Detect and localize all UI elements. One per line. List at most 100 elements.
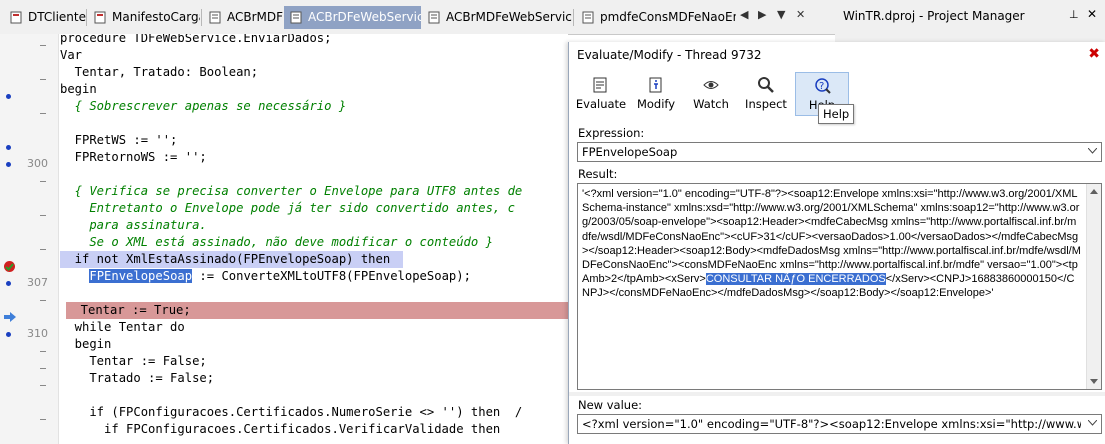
line-marker [40,113,46,114]
code-line[interactable]: begin [60,81,568,98]
code-line-execution-point[interactable]: Tentar := True; [66,302,568,319]
evaluate-button[interactable]: Evaluate [574,72,628,116]
code-line[interactable]: Var [60,47,568,64]
close-panel-icon[interactable]: ✕ [1087,7,1097,21]
code-line[interactable]: FPEnvelopeSoap := ConverteXMLtoUTF8(FPEn… [60,268,568,285]
scroll-up-icon[interactable] [1090,189,1098,194]
line-marker [40,419,46,420]
tab-scroll-left-icon[interactable]: ◀ [740,8,748,21]
tab-label: ManifestoCarga [112,10,200,24]
breakpoint-available-icon[interactable] [6,145,11,150]
code-line[interactable]: Tentar, Tratado: Boolean; [60,64,568,81]
inspect-button[interactable]: Inspect [739,72,793,116]
tab-dtclientes[interactable]: DTClientes [4,6,86,29]
code-line[interactable]: if FPConfiguracoes.Certificados.Verifica… [60,421,568,438]
unit-file-icon [582,11,594,24]
code-comment[interactable]: { Verifica se precisa converter o Envelo… [60,183,568,200]
code-line[interactable]: if (FPConfiguracoes.Certificados.NumeroS… [60,404,568,421]
result-textarea[interactable]: '<?xml version="1.0" encoding="UTF-8"?><… [577,183,1102,390]
form-file-icon [94,11,106,24]
modify-button[interactable]: Modify [629,72,683,116]
result-text-part: '<?xml version="1.0" encoding="UTF-8"?><… [582,188,1081,286]
modify-icon [649,77,662,93]
code-text: := ConverteXMLtoUTF8(FPEnvelopeSoap); [192,269,471,283]
evaluate-modify-dialog: Evaluate/Modify - Thread 9732 ✖ Evaluate… [568,42,1105,444]
line-marker [40,215,46,216]
code-line[interactable]: procedure TDFeWebService.EnviarDados; [60,34,568,47]
expression-combobox[interactable]: FPEnvelopeSoap [577,142,1102,162]
dialog-title: Evaluate/Modify - Thread 9732 [577,48,762,62]
result-scrollbar[interactable] [1086,184,1101,389]
tab-manifestocarga[interactable]: ManifestoCarga [88,6,200,29]
code-line[interactable]: Tentar := False; [60,353,568,370]
tab-label: DTClientes [28,10,86,24]
tab-label: ACBrMDFe [227,10,283,24]
line-marker [40,45,46,46]
breakpoint-available-icon[interactable] [6,94,11,99]
code-line[interactable]: FPRetWS := ''; [60,132,568,149]
code-line[interactable] [60,115,568,132]
code-comment[interactable]: { Sobrescrever apenas se necessário } [60,98,568,115]
watch-button[interactable]: Watch [684,72,738,116]
code-line[interactable]: FPRetornoWS := ''; [60,149,568,166]
evaluate-icon [593,77,607,93]
close-tab-icon[interactable]: ✕ [796,8,805,21]
code-line[interactable] [60,387,568,404]
line-marker [40,79,46,80]
execution-point-arrow-icon [4,312,16,322]
modify-label: Modify [636,97,676,111]
editor-gutter[interactable]: 300 307 310 [0,34,59,444]
close-icon[interactable]: ✖ [1088,46,1100,62]
breakpoint-available-icon[interactable] [6,162,11,167]
watch-icon [703,81,719,89]
breakpoint-hit-icon[interactable] [3,260,16,273]
line-marker [40,385,46,386]
breakpoint-available-icon[interactable] [6,281,11,286]
code-line-breakpoint[interactable]: if not XmlEstaAssinado(FPEnvelopeSoap) t… [60,251,403,268]
code-line[interactable] [60,285,568,302]
line-marker [40,351,46,352]
code-editor[interactable]: 300 307 310 procedure TDFeWebService.Env… [0,34,568,444]
expression-value: FPEnvelopeSoap [582,145,678,159]
code-line[interactable] [60,166,568,183]
code-line[interactable]: Tratado := False; [60,370,568,387]
svg-text:?: ? [819,81,824,92]
line-number: 310 [27,327,48,340]
pin-icon[interactable]: ⊥ [1069,8,1079,21]
code-comment[interactable]: Se o XML está assinado, não deve modific… [60,234,568,251]
project-manager-title: WinTR.dproj - Project Manager [843,9,1025,23]
line-marker [40,181,46,182]
tab-pmdfeconsmdfenaoenc[interactable]: pmdfeConsMDFeNaoEnc [576,6,736,29]
evaluate-label: Evaluate [575,97,627,111]
tab-acbrmdfe[interactable]: ACBrMDFe [203,6,283,29]
help-tooltip: Help [818,104,855,124]
chevron-down-icon[interactable] [1088,148,1097,154]
new-value-value: <?xml version="1.0" encoding="UTF-8"?><s… [582,417,1081,431]
tab-acbrmdfewebservices[interactable]: ACBrMDFeWebServices [422,6,572,29]
result-text: '<?xml version="1.0" encoding="UTF-8"?><… [582,187,1082,301]
new-value-combobox[interactable]: <?xml version="1.0" encoding="UTF-8"?><s… [577,414,1102,434]
tab-list-dropdown-icon[interactable]: ▼ [777,8,785,21]
breakpoint-available-icon[interactable] [6,332,11,337]
code-comment[interactable]: para assinatura. [60,217,568,234]
tab-label: ACBrMDFeWebServices [446,10,572,24]
line-number: 300 [27,157,48,170]
unit-file-icon [290,11,302,24]
code-line[interactable]: while Tentar do [60,319,568,336]
scroll-down-icon[interactable] [1090,379,1098,384]
chevron-down-icon[interactable] [1088,420,1097,426]
inspect-label: Inspect [745,97,787,111]
tab-acbrdfewebservice[interactable]: ACBrDFeWebService [284,6,421,29]
tab-label: ACBrDFeWebService [308,10,421,24]
code-selected-word[interactable]: FPEnvelopeSoap [89,269,193,283]
watch-label: Watch [693,97,729,111]
expression-label: Expression: [578,126,645,140]
editor-tab-bar: DTClientes ManifestoCarga ACBrMDFe ACBrD… [0,0,835,35]
result-selected-text: CONSULTAR NÃƒO ENCERRADOS [705,273,886,286]
tab-scroll-right-icon[interactable]: ▶ [758,8,766,21]
line-marker [40,249,46,250]
code-comment[interactable]: Entretanto o Envelope pode já ter sido c… [60,200,568,217]
code-line[interactable]: begin [60,336,568,353]
splitter[interactable] [569,392,1105,396]
